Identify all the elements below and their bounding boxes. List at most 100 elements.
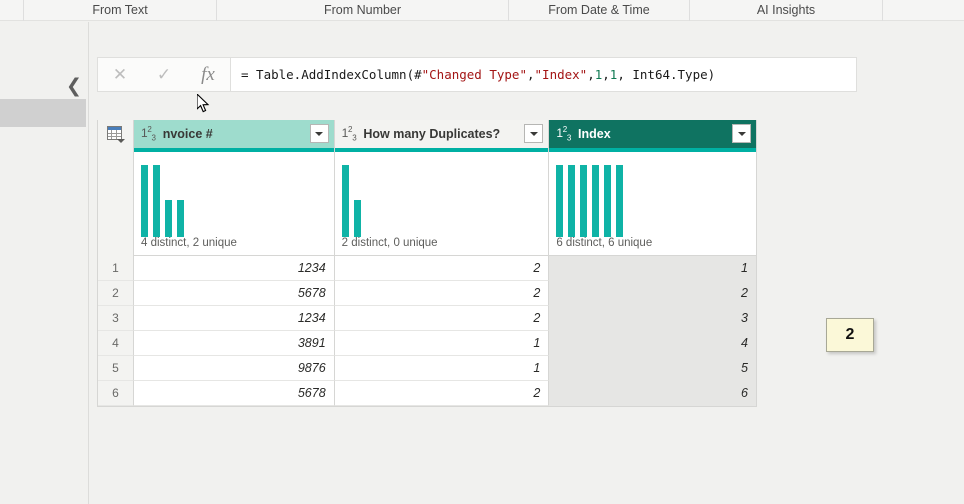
column-profile-label: 2 distinct, 0 unique bbox=[341, 237, 438, 249]
editor-body: ❮ ✕ ✓ fx = Table.AddIndexColumn(# "Change… bbox=[0, 22, 964, 504]
distribution-chart bbox=[335, 152, 549, 237]
ribbon-group-from-number[interactable]: From Number bbox=[217, 0, 509, 21]
ribbon-group-right-pad bbox=[883, 0, 964, 21]
table-cell[interactable]: 1 bbox=[549, 256, 756, 281]
table-cell[interactable]: 1 bbox=[334, 331, 550, 356]
formula-token: "Changed Type" bbox=[421, 67, 527, 82]
ribbon-group-ai-insights[interactable]: AI Insights bbox=[690, 0, 883, 21]
column-header-duplicates[interactable]: 123 How many Duplicates? bbox=[334, 120, 550, 148]
profile-gutter bbox=[98, 148, 134, 256]
fx-icon[interactable]: fx bbox=[189, 58, 227, 91]
distribution-chart bbox=[549, 152, 756, 237]
distribution-bar bbox=[556, 165, 564, 237]
table-cell[interactable]: 1234 bbox=[134, 256, 335, 281]
table-cell[interactable]: 1234 bbox=[134, 306, 335, 331]
table-cell[interactable]: 5 bbox=[549, 356, 756, 381]
table-cell[interactable]: 2 bbox=[334, 256, 550, 281]
formula-token: 1 bbox=[609, 67, 618, 82]
formula-token: 1 bbox=[594, 67, 603, 82]
table-row[interactable]: 5 9876 1 5 bbox=[98, 356, 756, 381]
formula-token: , bbox=[587, 67, 595, 82]
formula-bar: ✕ ✓ fx = Table.AddIndexColumn(# "Changed … bbox=[97, 56, 857, 93]
grid-header-row: 123 nvoice # 123 How many Duplicates? 12… bbox=[98, 120, 756, 148]
table-row[interactable]: 4 3891 1 4 bbox=[98, 331, 756, 356]
formula-bar-buttons: ✕ ✓ fx bbox=[97, 57, 231, 92]
table-select-icon bbox=[107, 126, 125, 143]
column-filter-button[interactable] bbox=[524, 124, 544, 143]
table-row[interactable]: 1 1234 2 1 bbox=[98, 256, 756, 281]
ribbon-group-from-date-time[interactable]: From Date & Time bbox=[509, 0, 690, 21]
column-header-index[interactable]: 123 Index bbox=[549, 120, 756, 148]
column-filter-button[interactable] bbox=[309, 124, 329, 143]
column-header-label: Index bbox=[578, 127, 611, 141]
ribbon-group-from-text[interactable]: From Text bbox=[24, 0, 217, 21]
ribbon-group-label: AI Insights bbox=[756, 3, 816, 17]
column-header-label: How many Duplicates? bbox=[363, 127, 501, 141]
table-row[interactable]: 6 5678 2 6 bbox=[98, 381, 756, 406]
row-number: 5 bbox=[98, 356, 134, 381]
column-profile-row: 4 distinct, 2 unique 2 distinct, 0 uniqu… bbox=[98, 148, 756, 256]
distribution-bar bbox=[353, 200, 361, 237]
table-cell[interactable]: 5678 bbox=[134, 281, 335, 306]
column-profile-invoice: 4 distinct, 2 unique bbox=[134, 148, 335, 256]
formula-token: , bbox=[526, 67, 535, 82]
table-row[interactable]: 3 1234 2 3 bbox=[98, 306, 756, 331]
row-number: 1 bbox=[98, 256, 134, 281]
table-cell[interactable]: 2 bbox=[549, 281, 756, 306]
data-preview-grid: 123 nvoice # 123 How many Duplicates? 12… bbox=[97, 120, 757, 407]
table-cell[interactable]: 1 bbox=[334, 356, 550, 381]
table-cell[interactable]: 3 bbox=[549, 306, 756, 331]
table-cell[interactable]: 2 bbox=[334, 306, 550, 331]
check-icon[interactable]: ✓ bbox=[145, 58, 183, 91]
distribution-bar bbox=[141, 165, 148, 237]
row-number: 2 bbox=[98, 281, 134, 306]
ribbon-group-left-pad bbox=[0, 0, 24, 21]
column-profile-label: 6 distinct, 6 unique bbox=[556, 237, 653, 249]
table-cell[interactable]: 2 bbox=[334, 381, 550, 406]
ribbon-group-label: From Text bbox=[92, 3, 148, 17]
query-list-item-selected[interactable] bbox=[0, 99, 86, 127]
ribbon-tab-strip: From Text From Number From Date & Time A… bbox=[0, 0, 964, 21]
whole-number-type-icon: 123 bbox=[141, 125, 156, 143]
formula-token: , Int64.Type) bbox=[617, 67, 716, 82]
distribution-bar bbox=[592, 165, 600, 237]
formula-token: "Index" bbox=[534, 67, 588, 82]
whole-number-type-icon: 123 bbox=[556, 125, 572, 143]
distribution-bar bbox=[177, 200, 184, 237]
column-filter-button[interactable] bbox=[732, 124, 751, 143]
distribution-bar bbox=[580, 165, 588, 237]
annotation-callout: 2 bbox=[826, 318, 874, 352]
distribution-bar bbox=[165, 200, 172, 237]
close-icon[interactable]: ✕ bbox=[101, 58, 139, 91]
row-number: 4 bbox=[98, 331, 134, 356]
distribution-bar bbox=[568, 165, 576, 237]
whole-number-type-icon: 123 bbox=[341, 125, 357, 143]
formula-input[interactable]: = Table.AddIndexColumn(# "Changed Type" , … bbox=[231, 57, 857, 92]
distribution-bar bbox=[153, 165, 160, 237]
column-header-invoice[interactable]: 123 nvoice # bbox=[134, 120, 335, 148]
column-profile-index: 6 distinct, 6 unique bbox=[549, 148, 756, 256]
ribbon-group-label: From Date & Time bbox=[548, 3, 650, 17]
table-row[interactable]: 2 5678 2 2 bbox=[98, 281, 756, 306]
ribbon-group-label: From Number bbox=[323, 3, 402, 17]
queries-pane: ❮ bbox=[0, 22, 89, 504]
distribution-bar bbox=[341, 165, 349, 237]
table-cell[interactable]: 9876 bbox=[134, 356, 335, 381]
column-profile-duplicates: 2 distinct, 0 unique bbox=[334, 148, 550, 256]
select-all-columns-button[interactable] bbox=[98, 120, 134, 148]
column-profile-label: 4 distinct, 2 unique bbox=[141, 237, 237, 249]
distribution-bar bbox=[604, 165, 612, 237]
column-header-label: nvoice # bbox=[162, 127, 213, 141]
table-cell[interactable]: 4 bbox=[549, 331, 756, 356]
formula-token: = Table.AddIndexColumn(# bbox=[241, 67, 422, 82]
table-cell[interactable]: 5678 bbox=[134, 381, 335, 406]
row-number: 3 bbox=[98, 306, 134, 331]
grid-rows: 1 1234 2 1 2 5678 2 2 3 1234 2 3 4 3891 … bbox=[98, 256, 756, 406]
table-cell[interactable]: 6 bbox=[549, 381, 756, 406]
distribution-chart bbox=[134, 152, 334, 237]
table-cell[interactable]: 3891 bbox=[134, 331, 335, 356]
chevron-left-icon[interactable]: ❮ bbox=[64, 76, 84, 96]
table-cell[interactable]: 2 bbox=[334, 281, 550, 306]
annotation-callout-label: 2 bbox=[845, 326, 855, 343]
distribution-bar bbox=[616, 165, 624, 237]
